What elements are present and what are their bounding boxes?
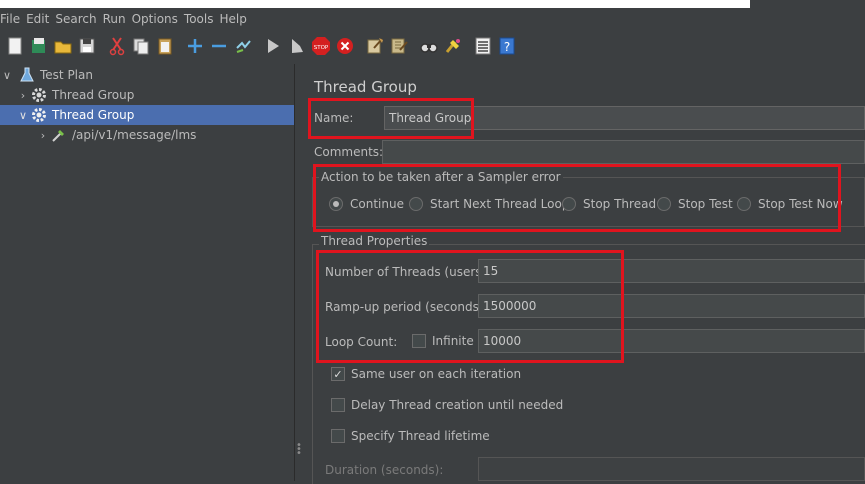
rampup-field[interactable]: 1500000 xyxy=(478,294,865,318)
radio-continue[interactable]: Continue xyxy=(329,197,404,211)
radio-icon xyxy=(737,197,751,211)
radio-stop-thread[interactable]: Stop Thread xyxy=(562,197,656,211)
window-top-strip-dark xyxy=(750,0,865,8)
start-no-pauses-icon[interactable] xyxy=(285,34,309,58)
tree-item-thread-group-2[interactable]: ∨ Thread Group xyxy=(0,105,294,125)
same-user-label: Same user on each iteration xyxy=(351,367,522,381)
radio-label: Start Next Thread Loop xyxy=(430,197,570,211)
thread-properties-title: Thread Properties xyxy=(319,234,430,248)
checkmark-icon: ✓ xyxy=(331,367,345,381)
menu-options[interactable]: Options xyxy=(132,12,184,26)
start-icon[interactable] xyxy=(261,34,285,58)
radio-label: Continue xyxy=(350,197,404,211)
tree-item-label: Thread Group xyxy=(52,88,135,102)
threads-label: Number of Threads (users): xyxy=(325,265,491,279)
svg-text:?: ? xyxy=(504,40,510,54)
comments-label: Comments: xyxy=(314,145,384,159)
function-helper-icon[interactable] xyxy=(471,34,495,58)
menu-run[interactable]: Run xyxy=(103,12,132,26)
menu-edit[interactable]: Edit xyxy=(26,12,55,26)
menu-bar: File Edit Search Run Options Tools Help xyxy=(0,8,865,30)
radio-selected-icon xyxy=(329,197,343,211)
tree-item-label: Thread Group xyxy=(52,108,135,122)
same-user-checkbox[interactable]: ✓ Same user on each iteration xyxy=(331,367,521,381)
delay-thread-label: Delay Thread creation until needed xyxy=(351,398,564,412)
menu-file[interactable]: File xyxy=(0,12,26,26)
test-plan-icon xyxy=(18,66,36,84)
clear-icon[interactable] xyxy=(363,34,387,58)
stop-icon[interactable]: STOP xyxy=(309,34,333,58)
cut-icon[interactable] xyxy=(105,34,129,58)
checkbox-icon xyxy=(412,334,426,348)
radio-stop-test-now[interactable]: Stop Test Now xyxy=(737,197,843,211)
loop-count-field[interactable]: 10000 xyxy=(478,329,865,353)
gear-icon xyxy=(30,106,48,124)
radio-icon xyxy=(657,197,671,211)
open-icon[interactable] xyxy=(51,34,75,58)
new-icon[interactable] xyxy=(3,34,27,58)
radio-label: Stop Thread xyxy=(583,197,657,211)
menu-help[interactable]: Help xyxy=(219,12,252,26)
infinite-label: Infinite xyxy=(432,334,474,348)
tree-item-thread-group-1[interactable]: › Thread Group xyxy=(0,85,294,105)
pipette-icon xyxy=(50,126,68,144)
thread-lifetime-label: Specify Thread lifetime xyxy=(351,429,490,443)
toggle-icon[interactable] xyxy=(231,34,255,58)
menu-search[interactable]: Search xyxy=(55,12,102,26)
tree-item-http-sampler[interactable]: › /api/v1/message/lms xyxy=(0,125,294,145)
splitter[interactable] xyxy=(294,64,302,481)
duration-label: Duration (seconds): xyxy=(325,463,444,477)
chevron-down-icon[interactable]: ∨ xyxy=(0,69,14,82)
thread-group-panel: Thread Group Name: Thread Group Comments… xyxy=(302,64,865,484)
templates-icon[interactable] xyxy=(27,34,51,58)
chevron-down-icon[interactable]: ∨ xyxy=(16,109,30,122)
splitter-grip-icon[interactable]: • • • xyxy=(296,441,302,459)
tree-item-label: Test Plan xyxy=(40,68,93,82)
delay-thread-checkbox[interactable]: Delay Thread creation until needed xyxy=(331,398,563,412)
chevron-right-icon[interactable]: › xyxy=(16,89,30,102)
paste-icon[interactable] xyxy=(153,34,177,58)
search-icon[interactable] xyxy=(417,34,441,58)
duration-field[interactable] xyxy=(478,457,865,481)
name-field[interactable]: Thread Group xyxy=(384,106,865,130)
help-icon[interactable]: ? xyxy=(495,34,519,58)
loop-count-label: Loop Count: xyxy=(325,335,398,349)
toolbar: STOP ? xyxy=(0,32,865,60)
collapse-icon[interactable] xyxy=(207,34,231,58)
tree-item-test-plan[interactable]: ∨ Test Plan xyxy=(0,65,294,85)
thread-lifetime-checkbox[interactable]: Specify Thread lifetime xyxy=(331,429,490,443)
radio-label: Stop Test Now xyxy=(758,197,843,211)
threads-field[interactable]: 15 xyxy=(478,259,865,283)
radio-start-next-thread-loop[interactable]: Start Next Thread Loop xyxy=(409,197,569,211)
rampup-label: Ramp-up period (seconds): xyxy=(325,300,488,314)
expand-icon[interactable] xyxy=(183,34,207,58)
svg-text:STOP: STOP xyxy=(314,45,329,51)
checkbox-icon xyxy=(331,429,345,443)
radio-icon xyxy=(562,197,576,211)
checkbox-icon xyxy=(331,398,345,412)
shutdown-icon[interactable] xyxy=(333,34,357,58)
save-icon[interactable] xyxy=(75,34,99,58)
tree-item-label: /api/v1/message/lms xyxy=(72,128,197,142)
reset-search-icon[interactable] xyxy=(441,34,465,58)
copy-icon[interactable] xyxy=(129,34,153,58)
name-label: Name: xyxy=(314,111,354,125)
window-top-strip xyxy=(0,0,865,8)
comments-field[interactable] xyxy=(382,140,865,164)
menu-tools[interactable]: Tools xyxy=(184,12,220,26)
gear-icon xyxy=(30,86,48,104)
radio-stop-test[interactable]: Stop Test xyxy=(657,197,733,211)
infinite-checkbox[interactable]: Infinite xyxy=(412,334,474,348)
panel-title: Thread Group xyxy=(314,78,417,96)
test-plan-tree: ∨ Test Plan › Thread Group ∨ Thread Grou… xyxy=(0,64,294,481)
clear-all-icon[interactable] xyxy=(387,34,411,58)
chevron-right-icon[interactable]: › xyxy=(36,129,50,142)
radio-icon xyxy=(409,197,423,211)
radio-label: Stop Test xyxy=(678,197,733,211)
sampler-error-group-title: Action to be taken after a Sampler error xyxy=(319,170,563,184)
